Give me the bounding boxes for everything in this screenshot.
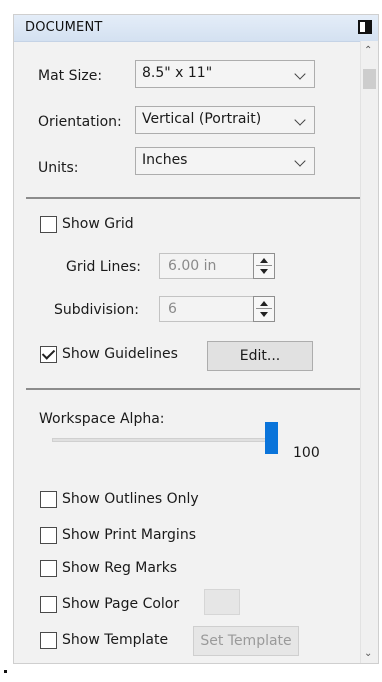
dock-toggle-icon[interactable] [358,20,372,34]
mat-size-value: 8.5" x 11" [142,65,213,81]
spin-down-icon[interactable] [260,269,268,274]
units-value: Inches [142,152,188,168]
show-template-label: Show Template [62,632,169,648]
subdivision-label: Subdivision: [54,302,139,318]
show-outlines-only-label: Show Outlines Only [62,491,199,507]
spin-up-icon[interactable] [260,301,268,306]
spin-down-icon[interactable] [260,312,268,317]
grid-lines-stepper[interactable]: 6.00 in [159,253,275,279]
show-outlines-only-checkbox[interactable] [40,491,57,508]
show-guidelines-label: Show Guidelines [62,346,178,362]
document-panel: DOCUMENT Mat Size: 8.5" x 11" Orientatio… [13,14,379,664]
scroll-down-icon[interactable]: ⌄ [364,648,372,659]
mat-size-dropdown[interactable]: 8.5" x 11" [135,60,315,88]
workspace-alpha-slider[interactable] [52,438,278,442]
workspace-alpha-value: 100 [293,445,320,461]
show-reg-marks-label: Show Reg Marks [62,560,178,576]
stray-dot [4,670,7,673]
grid-lines-label: Grid Lines: [66,259,142,275]
orientation-value: Vertical (Portrait) [142,111,262,127]
chevron-down-icon [294,155,306,167]
workspace-alpha-label: Workspace Alpha: [39,411,165,427]
subdivision-stepper[interactable]: 6 [159,296,275,322]
show-print-margins-label: Show Print Margins [62,527,196,543]
scroll-up-icon[interactable]: ⌃ [364,45,372,56]
mat-size-label: Mat Size: [38,68,103,84]
show-page-color-label: Show Page Color [62,596,180,612]
panel-scrollbar[interactable]: ⌃ ⌄ [360,41,378,663]
show-grid-label: Show Grid [62,216,134,232]
spin-up-icon[interactable] [260,258,268,263]
scrollbar-thumb[interactable] [363,69,376,89]
spin-separator [256,308,272,309]
workspace-alpha-slider-thumb[interactable] [265,422,278,454]
panel-header: DOCUMENT [14,15,378,42]
show-grid-checkbox[interactable] [40,216,57,233]
page-color-swatch[interactable] [204,589,240,615]
edit-guidelines-button[interactable]: Edit... [207,341,313,371]
section-divider [26,197,360,199]
show-page-color-checkbox[interactable] [40,596,57,613]
chevron-down-icon [294,68,306,80]
show-reg-marks-checkbox[interactable] [40,560,57,577]
set-template-button[interactable]: Set Template [193,626,299,656]
chevron-down-icon [294,114,306,126]
show-template-checkbox[interactable] [40,632,57,649]
show-print-margins-checkbox[interactable] [40,527,57,544]
orientation-dropdown[interactable]: Vertical (Portrait) [135,106,315,134]
units-label: Units: [38,160,79,176]
subdivision-value: 6 [168,301,177,317]
section-divider [26,388,360,390]
panel-title: DOCUMENT [25,20,103,35]
orientation-label: Orientation: [38,114,122,130]
grid-lines-value: 6.00 in [168,258,217,274]
grid-lines-spin-buttons[interactable] [253,253,275,279]
spin-separator [256,265,272,266]
subdivision-spin-buttons[interactable] [253,296,275,322]
units-dropdown[interactable]: Inches [135,147,315,175]
show-guidelines-checkbox[interactable] [40,346,57,363]
